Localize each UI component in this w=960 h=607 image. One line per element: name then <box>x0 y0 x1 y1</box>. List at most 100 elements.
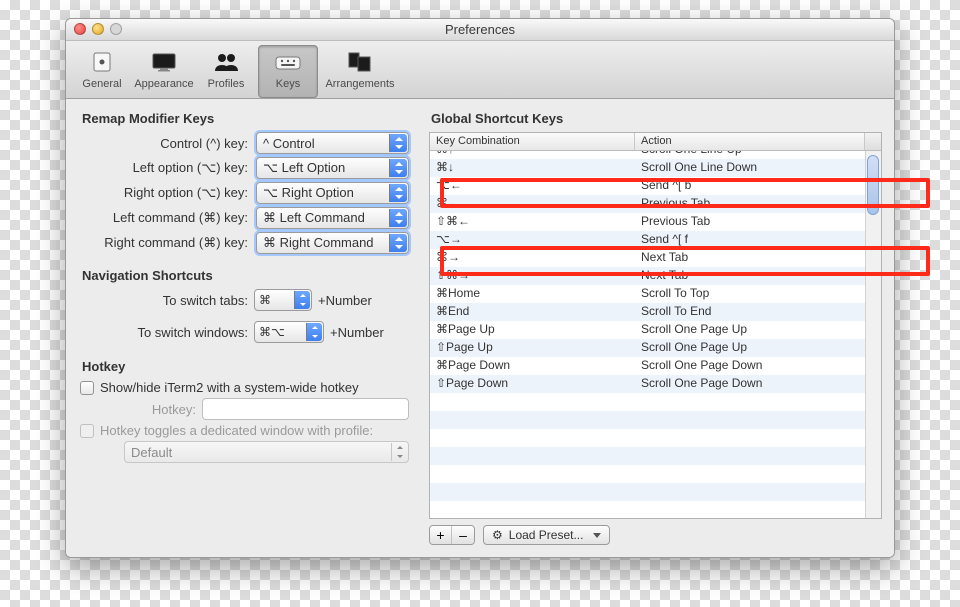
table-row[interactable]: ⌘←Previous Tab <box>430 195 881 213</box>
checkbox-icon[interactable] <box>80 381 94 395</box>
table-row[interactable] <box>430 483 881 501</box>
table-row[interactable]: ⌘↓Scroll One Line Down <box>430 159 881 177</box>
general-icon <box>86 48 118 76</box>
hotkey-label: Hotkey: <box>106 402 196 417</box>
table-row[interactable] <box>430 465 881 483</box>
remove-button[interactable]: – <box>452 526 474 544</box>
hotkey-field-row: Hotkey: <box>106 398 409 420</box>
cell-action: Scroll To End <box>635 303 881 321</box>
table-header: Key Combination Action <box>430 133 881 151</box>
remap-label: Right command (⌘) key: <box>80 235 248 251</box>
cell-key: ⌘↓ <box>430 159 635 177</box>
hotkey-showhide-row[interactable]: Show/hide iTerm2 with a system-wide hotk… <box>80 380 409 395</box>
remap-select[interactable]: ⌘ Right Command <box>256 232 409 254</box>
cell-key: ⇧Page Down <box>430 375 635 393</box>
cell-action: Send ^[ b <box>635 177 881 195</box>
table-row[interactable]: ⌘→Next Tab <box>430 249 881 267</box>
remap-label: Left option (⌥) key: <box>80 160 248 176</box>
cell-action: Scroll One Line Down <box>635 159 881 177</box>
cell-key: ⇧⌘→ <box>430 267 635 285</box>
nav-tabs-select[interactable]: ⌘ <box>254 289 312 311</box>
scroll-thumb[interactable] <box>867 155 879 215</box>
preferences-window: Preferences General Appearance Profiles … <box>65 18 895 558</box>
stepper-icon <box>389 159 407 177</box>
cell-key: ⌘End <box>430 303 635 321</box>
traffic-lights <box>74 23 122 35</box>
table-row[interactable] <box>430 447 881 465</box>
table-row[interactable]: ⌘EndScroll To End <box>430 303 881 321</box>
shortcuts-title: Global Shortcut Keys <box>431 111 882 126</box>
remap-row: Left command (⌘) key: ⌘ Left Command <box>80 207 409 229</box>
cell-action: Previous Tab <box>635 195 881 213</box>
stepper-icon <box>389 209 407 227</box>
stepper-icon <box>294 291 310 309</box>
table-row[interactable]: ⌘Page DownScroll One Page Down <box>430 357 881 375</box>
table-row[interactable]: ⌥←Send ^[ b <box>430 177 881 195</box>
hotkey-title: Hotkey <box>82 359 409 374</box>
hotkey-toggle-row: Hotkey toggles a dedicated window with p… <box>80 423 409 438</box>
cell-action: Previous Tab <box>635 213 881 231</box>
left-pane: Remap Modifier Keys Control (^) key: ^ C… <box>66 99 421 557</box>
table-row[interactable]: ⇧⌘→Next Tab <box>430 267 881 285</box>
table-row[interactable]: ⇧⌘←Previous Tab <box>430 213 881 231</box>
table-row[interactable]: ⇧Page DownScroll One Page Down <box>430 375 881 393</box>
minimize-icon[interactable] <box>92 23 104 35</box>
keys-icon <box>272 48 304 76</box>
cell-key: ⌘Page Down <box>430 357 635 375</box>
window-title: Preferences <box>445 22 515 37</box>
add-button[interactable]: + <box>430 526 452 544</box>
footer-controls: + – ⚙ Load Preset... <box>429 525 882 545</box>
cell-action: Next Tab <box>635 249 881 267</box>
cell-action: Scroll To Top <box>635 285 881 303</box>
table-row[interactable] <box>430 393 881 411</box>
load-preset-button[interactable]: ⚙ Load Preset... <box>483 525 610 545</box>
cell-action: Scroll One Page Down <box>635 357 881 375</box>
cell-key: ⌘Page Up <box>430 321 635 339</box>
cell-action: Next Tab <box>635 267 881 285</box>
remap-select[interactable]: ⌥ Right Option <box>256 182 409 204</box>
nav-windows-select[interactable]: ⌘⌥ <box>254 321 324 343</box>
remap-row: Right option (⌥) key: ⌥ Right Option <box>80 182 409 204</box>
nav-windows-label: To switch windows: <box>80 325 248 340</box>
tab-profiles[interactable]: Profiles <box>196 45 256 98</box>
remap-label: Control (^) key: <box>80 136 248 151</box>
nav-windows-suffix: +Number <box>330 325 384 340</box>
tab-arrangements[interactable]: Arrangements <box>320 45 400 98</box>
stepper-icon <box>389 184 407 202</box>
arrangements-icon <box>344 48 376 76</box>
col-action[interactable]: Action <box>635 133 865 150</box>
tab-appearance[interactable]: Appearance <box>134 45 194 98</box>
appearance-icon <box>148 48 180 76</box>
tab-general[interactable]: General <box>72 45 132 98</box>
scrollbar[interactable] <box>865 151 881 518</box>
table-row[interactable]: ⌘↑Scroll One Line Up <box>430 151 881 159</box>
nav-title: Navigation Shortcuts <box>82 268 409 283</box>
cell-key: ⌘↑ <box>430 151 635 159</box>
table-body: ⌘↑Scroll One Line Up⌘↓Scroll One Line Do… <box>430 151 881 518</box>
table-row[interactable] <box>430 501 881 518</box>
cell-key: ⌘← <box>430 195 635 213</box>
shortcuts-table: Key Combination Action ⌘↑Scroll One Line… <box>429 132 882 519</box>
close-icon[interactable] <box>74 23 86 35</box>
stepper-icon <box>389 234 407 252</box>
remap-select[interactable]: ^ Control <box>256 132 409 154</box>
table-row[interactable]: ⌘Page UpScroll One Page Up <box>430 321 881 339</box>
tab-keys[interactable]: Keys <box>258 45 318 98</box>
remap-select[interactable]: ⌘ Left Command <box>256 207 409 229</box>
zoom-icon[interactable] <box>110 23 122 35</box>
stepper-icon <box>389 134 407 152</box>
cell-action: Scroll One Line Up <box>635 151 881 159</box>
remap-select[interactable]: ⌥ Left Option <box>256 157 409 179</box>
table-row[interactable] <box>430 411 881 429</box>
checkbox-icon <box>80 424 94 438</box>
table-row[interactable] <box>430 429 881 447</box>
preferences-toolbar: General Appearance Profiles Keys Arrange… <box>66 41 894 99</box>
table-row[interactable]: ⌥→Send ^[ f <box>430 231 881 249</box>
cell-key: ⌥→ <box>430 231 635 249</box>
col-scroll-corner <box>865 133 881 150</box>
table-row[interactable]: ⌘HomeScroll To Top <box>430 285 881 303</box>
col-key[interactable]: Key Combination <box>430 133 635 150</box>
table-row[interactable]: ⇧Page UpScroll One Page Up <box>430 339 881 357</box>
remap-label: Right option (⌥) key: <box>80 185 248 201</box>
hotkey-input <box>202 398 409 420</box>
